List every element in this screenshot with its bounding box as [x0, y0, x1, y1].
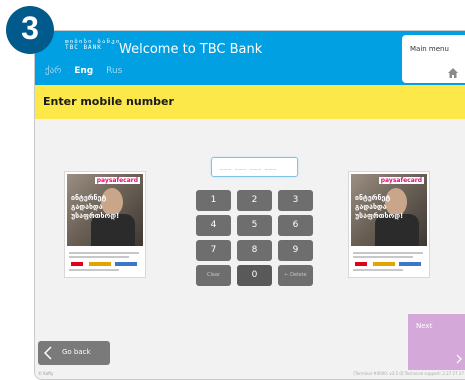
delete-key[interactable]: ← Delete: [278, 265, 313, 286]
key-2[interactable]: 2: [237, 190, 272, 211]
go-back-label: Go back: [62, 348, 91, 356]
next-label: Next: [416, 322, 433, 330]
key-0[interactable]: 0: [237, 265, 272, 286]
paysafecard-ad-right: ინტერნეტ გადახდა უსაფრთხოდ! paysafecard: [348, 171, 430, 278]
home-icon: [448, 68, 458, 78]
key-9[interactable]: 9: [278, 240, 313, 261]
main-menu-button[interactable]: Main menu: [402, 35, 465, 83]
footer-terminal-info: [Terminal #0000: v3.5.0] Technical suppo…: [353, 371, 464, 376]
content-area: ___ ___ ___ ___ 1 2 3 4 5 6 7 8 9 Clear …: [35, 119, 465, 379]
header-bar: თიბისი ბანკი TBC BANK Welcome to TBC Ban…: [35, 31, 465, 85]
chevron-right-icon: [456, 354, 462, 364]
logo-bottom-text: TBC BANK: [65, 44, 102, 51]
main-menu-label: Main menu: [410, 45, 449, 53]
lang-english[interactable]: Eng: [74, 66, 93, 76]
ad-fineprint-line: [69, 269, 119, 271]
lang-georgian[interactable]: ქარ: [45, 66, 61, 76]
partner-logo: [373, 262, 395, 266]
key-7[interactable]: 7: [196, 240, 231, 261]
key-8[interactable]: 8: [237, 240, 272, 261]
footer-credit: © Kofty: [38, 371, 54, 376]
go-back-button[interactable]: Go back: [38, 341, 110, 365]
ad-fineprint-line: [353, 252, 423, 254]
partner-logo: [71, 262, 83, 266]
ad-fineprint-line: [353, 256, 413, 258]
step-badge: 3: [6, 6, 54, 54]
paysafecard-ad-left: ინტერნეტ გადახდა უსაფრთხოდ! paysafecard: [64, 171, 146, 278]
key-5[interactable]: 5: [237, 215, 272, 236]
language-selector: ქარ Eng Rus: [45, 66, 132, 76]
next-button[interactable]: Next: [408, 314, 465, 370]
ad-headline: ინტერნეტ გადახდა უსაფრთხოდ!: [355, 194, 404, 220]
ad-footer: [353, 252, 425, 272]
paysafecard-logo: paysafecard: [94, 177, 140, 184]
instruction-banner: Enter mobile number: [35, 85, 465, 119]
ad-fineprint-line: [69, 256, 129, 258]
paysafecard-logo: paysafecard: [378, 177, 424, 184]
partner-logo: [89, 262, 111, 266]
input-mask: ___ ___ ___ ___: [220, 163, 277, 170]
key-3[interactable]: 3: [278, 190, 313, 211]
welcome-title: Welcome to TBC Bank: [119, 42, 263, 57]
partner-logo: [115, 262, 137, 266]
bank-logo: თიბისი ბანკი TBC BANK: [65, 39, 120, 51]
ad-footer: [69, 252, 141, 272]
ad-fineprint-line: [353, 269, 403, 271]
atm-screen: თიბისი ბანკი TBC BANK Welcome to TBC Ban…: [34, 30, 465, 380]
key-4[interactable]: 4: [196, 215, 231, 236]
clear-key[interactable]: Clear: [196, 265, 231, 286]
key-6[interactable]: 6: [278, 215, 313, 236]
ad-photo: ინტერნეტ გადახდა უსაფრთხოდ! paysafecard: [351, 174, 427, 246]
mobile-number-input[interactable]: ___ ___ ___ ___: [211, 157, 298, 177]
partner-logo: [355, 262, 367, 266]
partner-logo: [399, 262, 421, 266]
ad-headline: ინტერნეტ გადახდა უსაფრთხოდ!: [71, 194, 120, 220]
chevron-left-icon: [44, 346, 52, 360]
step-number: 3: [21, 10, 39, 46]
key-1[interactable]: 1: [196, 190, 231, 211]
ad-photo: ინტერნეტ გადახდა უსაფრთხოდ! paysafecard: [67, 174, 143, 246]
lang-russian[interactable]: Rus: [106, 66, 122, 76]
ad-fineprint-line: [69, 252, 139, 254]
banner-title: Enter mobile number: [43, 95, 174, 108]
